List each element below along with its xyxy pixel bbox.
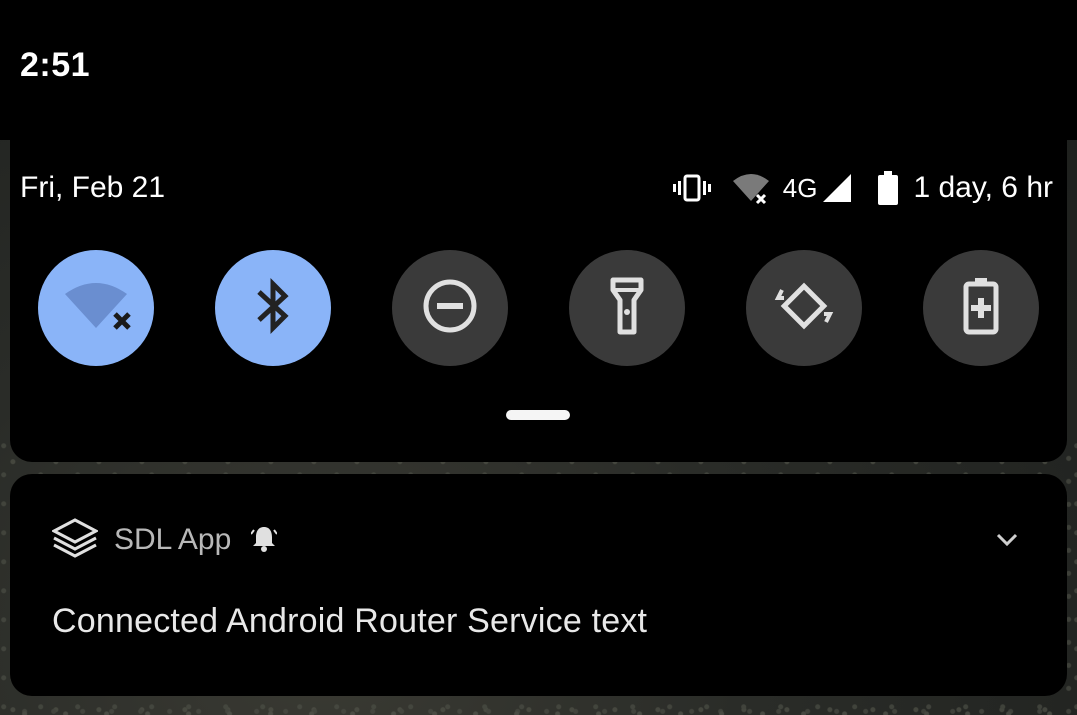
- flashlight-icon: [607, 276, 647, 341]
- sdl-app-icon: [50, 517, 100, 563]
- clock: 2:51: [20, 46, 91, 84]
- battery-icon: [877, 171, 899, 205]
- alerting-bell-icon: [250, 524, 279, 557]
- notification-card[interactable]: SDL App Connected Android Router Service…: [10, 474, 1067, 696]
- tile-flashlight[interactable]: [569, 250, 685, 366]
- app-name: SDL App: [114, 523, 232, 556]
- quick-settings-tiles: [38, 250, 1039, 366]
- wifi-off-icon: [61, 276, 131, 341]
- tile-wifi[interactable]: [38, 250, 154, 366]
- tile-auto-rotate[interactable]: [746, 250, 862, 366]
- notification-header: SDL App: [50, 517, 279, 563]
- auto-rotate-icon: [774, 276, 834, 341]
- date-label[interactable]: Fri, Feb 21: [20, 171, 165, 205]
- status-bar: 2:51: [0, 0, 1077, 140]
- bluetooth-icon: [253, 276, 293, 341]
- battery-saver-icon: [961, 276, 1001, 341]
- tile-bluetooth[interactable]: [215, 250, 331, 366]
- expand-handle[interactable]: [506, 410, 570, 420]
- vibrate-icon: [672, 173, 711, 203]
- battery-estimate: 1 day, 6 hr: [913, 171, 1053, 204]
- chevron-down-icon: [996, 533, 1018, 552]
- quick-settings-panel: Fri, Feb 21 4G 1 day, 6 hr: [10, 120, 1067, 462]
- cell-signal-icon: [821, 172, 853, 204]
- notification-text: Connected Android Router Service text: [52, 602, 648, 640]
- tile-battery-saver[interactable]: [923, 250, 1039, 366]
- do-not-disturb-icon: [422, 278, 478, 339]
- status-icons: 4G 1 day, 6 hr: [672, 170, 1053, 206]
- tile-do-not-disturb[interactable]: [392, 250, 508, 366]
- network-type: 4G: [782, 172, 818, 203]
- wifi-off-status-icon: [731, 171, 771, 205]
- notification-expand-button[interactable]: [993, 528, 1021, 556]
